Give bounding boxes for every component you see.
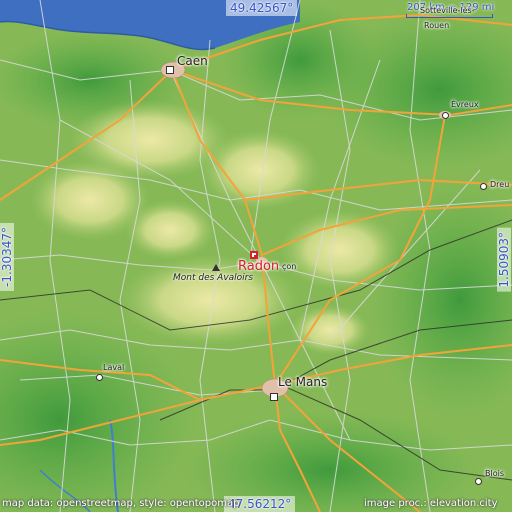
- le-mans-marker: [270, 393, 278, 401]
- summit-icon: [212, 264, 220, 271]
- city-label-alencon: çon: [282, 262, 297, 271]
- caen-marker: [166, 66, 174, 74]
- city-label-rouen: Rouen: [424, 21, 450, 30]
- summit-label: Mont des Avaloirs: [173, 273, 254, 283]
- city-label-sotteville: Sotteville-lès-: [420, 6, 475, 15]
- city-label-dreux: Dreu: [490, 180, 510, 189]
- city-label-laval: Laval: [103, 363, 125, 372]
- evreux-marker: [442, 112, 449, 119]
- topographic-map[interactable]: 49.42567° 47.56212° -1.30347° 1.50903° 2…: [0, 0, 512, 512]
- target-location-label: Radon: [238, 259, 280, 274]
- blois-marker: [475, 478, 482, 485]
- city-label-evreux: Évreux: [451, 100, 479, 109]
- dreux-marker: [480, 183, 487, 190]
- east-longitude-label: 1.50903°: [497, 228, 511, 292]
- north-latitude-label: 49.42567°: [226, 0, 298, 16]
- laval-marker: [96, 374, 103, 381]
- west-longitude-label: -1.30347°: [0, 223, 14, 291]
- city-label-blois: Blois: [485, 469, 504, 478]
- image-processing-credit: image proc.: elevation.city: [364, 498, 498, 509]
- map-data-credit: map data: openstreetmap, style: opentopo…: [2, 498, 240, 509]
- city-label-le-mans: Le Mans: [278, 375, 328, 389]
- city-label-caen: Caen: [177, 54, 208, 68]
- target-location-marker[interactable]: [250, 251, 258, 259]
